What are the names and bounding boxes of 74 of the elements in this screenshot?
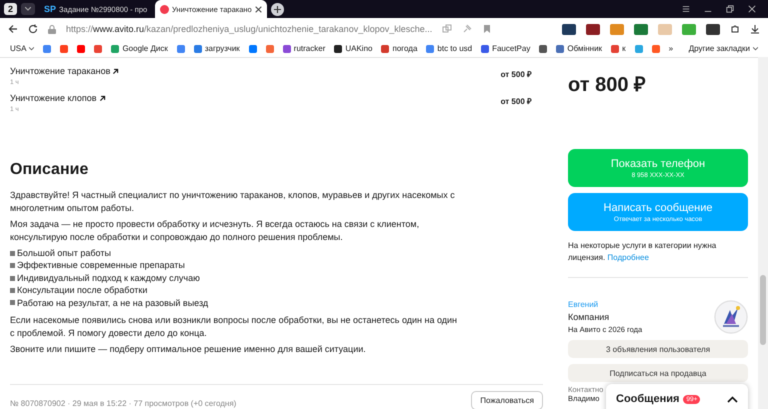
bookmark-icon[interactable] — [248, 44, 257, 52]
chevron-down-icon[interactable] — [29, 46, 34, 50]
bookmark-link[interactable]: Google Диск — [122, 44, 168, 53]
back-icon[interactable] — [8, 24, 18, 34]
price: от 800 ₽ — [568, 73, 647, 97]
profile-menu[interactable]: USA — [10, 44, 34, 53]
chevron-down-icon[interactable] — [753, 46, 758, 50]
service-price: от 500 ₽ — [500, 96, 532, 108]
menu-icon[interactable] — [682, 5, 690, 13]
bookmark-link[interactable]: UAKino — [345, 44, 372, 53]
close-icon[interactable] — [254, 6, 262, 12]
favicon-icon[interactable] — [334, 44, 342, 52]
bullet-icon — [10, 288, 15, 293]
report-button[interactable]: Пожаловаться — [471, 390, 543, 409]
bookmark-link[interactable]: rutracker — [294, 44, 326, 53]
chevron-up-icon[interactable] — [727, 396, 738, 402]
bullet-icon — [10, 263, 15, 268]
messages-title: Сообщения — [616, 393, 680, 405]
bullet-icon — [10, 300, 15, 306]
seller-type: Компания — [568, 312, 610, 322]
bookmark-icon[interactable] — [94, 44, 102, 52]
chevron-down-icon[interactable] — [25, 7, 31, 11]
bullet-text: Эффективные современные препараты — [17, 259, 185, 272]
service-link[interactable]: Уничтожение клопов — [10, 93, 97, 103]
extension-icon[interactable] — [586, 24, 600, 34]
address-field[interactable]: https://www.avito.ru/kazan/predlozheniya_uslug/unichtozhenie_tarakanov_klopov_klesche... — [66, 23, 432, 35]
scrollbar[interactable] — [758, 57, 768, 409]
bookmark-icon[interactable] — [539, 44, 548, 52]
extension-icon[interactable] — [562, 24, 576, 34]
service-link[interactable]: Уничтожение тараканов — [10, 66, 110, 76]
bullet-text: Большой опыт работы — [17, 247, 111, 260]
listing-meta: № 8070870902 · 29 мая в 15:22 · 77 просмотров (+0 сегодня) — [10, 398, 236, 408]
description-paragraph: Если насекомые появились снова или возникли вопросы после обработки, вы не останетесь один на один с проблемой. Я помогу довести дело до конца. — [10, 314, 458, 340]
description-paragraph: Звоните или пишите — подберу оптимальное решение именно для вашей ситуации. — [10, 343, 367, 356]
bookmark-link[interactable]: Обмінник — [567, 44, 602, 53]
description-paragraph: Моя задача — не просто провести обработку и исчезнуть. Я всегда остаюсь на связи с клиентом, консультирую после обработки и сопровождаю до полного решения проблемы. — [10, 218, 420, 243]
new-tab-button[interactable] — [271, 2, 284, 16]
bookmark-link[interactable]: btc to usd — [437, 44, 472, 53]
description-paragraph: Здравствуйте! Я частный специалист по уничтожению тараканов, клопов, муравьев и других насекомых с многолетним опытом работы. — [10, 189, 456, 214]
bookmark-icon[interactable] — [77, 44, 86, 52]
bullet-text: Работаю на результат, а не на разовый выезд — [17, 296, 208, 310]
close-icon[interactable] — [748, 5, 756, 13]
more-bookmarks-button[interactable]: » — [668, 44, 674, 53]
tab-count[interactable]: 2 — [4, 3, 17, 15]
seller-ads-button[interactable]: 3 объявления пользователя — [568, 340, 748, 358]
bullet-text: Консультации после обработки — [17, 284, 148, 297]
bookmark-icon[interactable] — [60, 44, 68, 52]
license-note: На некоторые услуги в категории нужна лицензия. Подробнее — [568, 240, 718, 263]
plus-icon[interactable] — [274, 6, 281, 12]
extension-icon[interactable] — [706, 24, 720, 34]
bookmark-link[interactable]: FaucetPay — [492, 44, 530, 53]
more-link[interactable]: Подробнее — [607, 252, 649, 262]
extension-icon[interactable] — [634, 24, 648, 34]
bullet-text: Индивидуальный подход к каждому случаю — [17, 272, 200, 284]
bullet-icon — [10, 250, 15, 256]
bookmark-icon[interactable] — [266, 44, 274, 52]
other-bookmarks-button[interactable]: Другие закладки — [688, 44, 758, 53]
external-link-icon[interactable] — [98, 94, 106, 102]
subscribe-button[interactable]: Подписаться на продавца — [568, 364, 748, 382]
bookmark-link[interactable]: к — [622, 44, 626, 53]
bookmark-icon[interactable] — [176, 44, 185, 52]
reload-icon[interactable] — [28, 24, 38, 34]
bookmark-link[interactable]: погода — [392, 44, 418, 53]
tab-list-button[interactable] — [21, 3, 35, 15]
section-title: Описание — [10, 161, 90, 179]
bookmark-link[interactable]: загрузчик — [204, 44, 240, 53]
bookmark-icon[interactable] — [43, 44, 52, 52]
service-price: от 500 ₽ — [500, 69, 532, 81]
bookmark-icon[interactable] — [652, 44, 660, 52]
external-link-icon[interactable] — [112, 68, 120, 74]
lock-icon — [48, 24, 56, 34]
bullet-icon — [10, 276, 15, 281]
download-icon[interactable] — [750, 24, 760, 34]
restore-icon[interactable] — [726, 5, 734, 13]
